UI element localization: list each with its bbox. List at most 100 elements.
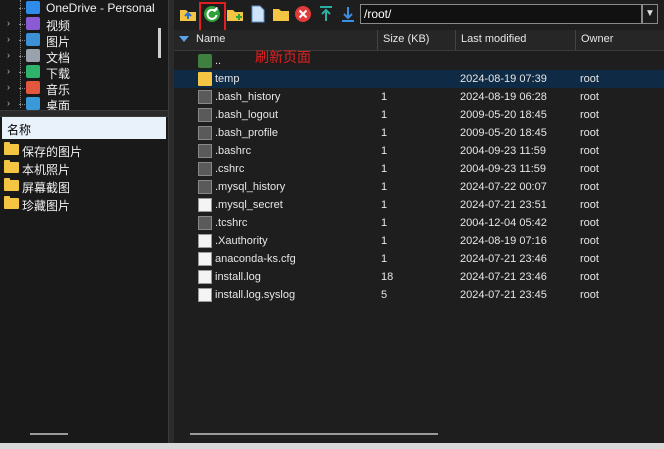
file-row[interactable]: install.log.syslog 5 2024-07-21 23:45 root bbox=[174, 286, 664, 304]
file-name: .tcshrc bbox=[215, 217, 248, 229]
file-size: 1 bbox=[381, 253, 388, 265]
tree-item-label: 桌面 bbox=[46, 99, 71, 110]
file-size: 1 bbox=[381, 127, 388, 139]
file-row[interactable]: .. bbox=[174, 52, 664, 70]
tree-item[interactable]: › 桌面 bbox=[0, 96, 160, 110]
expand-arrow-icon[interactable]: › bbox=[7, 34, 10, 44]
folder-icon bbox=[4, 142, 19, 155]
file-row[interactable]: .bash_logout 1 2009-05-20 18:45 root bbox=[174, 106, 664, 124]
file-modified: 2024-07-22 00:07 bbox=[460, 181, 547, 193]
expand-arrow-icon[interactable]: › bbox=[7, 50, 10, 60]
tree-item[interactable]: › 视频 bbox=[0, 16, 160, 33]
expand-arrow-icon[interactable]: › bbox=[7, 66, 10, 76]
file-name: .. bbox=[215, 55, 222, 67]
text-file-icon bbox=[198, 252, 212, 266]
file-row[interactable]: anaconda-ks.cfg 1 2024-07-21 23:46 root bbox=[174, 250, 664, 268]
file-size: 5 bbox=[381, 289, 388, 301]
file-owner: root bbox=[580, 73, 599, 85]
left-horizontal-scrollbar[interactable] bbox=[30, 433, 68, 435]
folder-tree: OneDrive - Personal › 视频 › 图片 › 文档 › 下载 › 音乐 › 桌面 bbox=[0, 0, 168, 110]
expand-arrow-icon[interactable]: › bbox=[7, 18, 10, 28]
text-file-icon bbox=[198, 270, 212, 284]
file-modified: 2009-05-20 18:45 bbox=[460, 109, 547, 121]
file-name: .bash_logout bbox=[215, 109, 278, 121]
file-row[interactable]: .Xauthority 1 2024-08-19 07:16 root bbox=[174, 232, 664, 250]
tree-scrollbar[interactable] bbox=[158, 28, 161, 58]
file-list-header: Name Size (KB) Last modified Owner bbox=[174, 30, 664, 51]
onedrive-icon bbox=[26, 1, 40, 14]
file-name: install.log.syslog bbox=[215, 289, 296, 301]
parent-folder-icon[interactable] bbox=[179, 5, 197, 23]
file-row[interactable]: .bashrc 1 2004-09-23 11:59 root bbox=[174, 142, 664, 160]
sort-ascending-icon bbox=[179, 36, 189, 42]
file-icon bbox=[198, 162, 212, 176]
column-size-header[interactable]: Size (KB) bbox=[377, 30, 455, 50]
file-size: 18 bbox=[381, 271, 394, 283]
tree-item[interactable]: › 音乐 bbox=[0, 80, 160, 97]
file-size: 1 bbox=[381, 217, 388, 229]
file-row[interactable]: .mysql_secret 1 2024-07-21 23:51 root bbox=[174, 196, 664, 214]
file-owner: root bbox=[580, 199, 599, 211]
expand-arrow-icon[interactable]: › bbox=[7, 98, 10, 108]
videos-icon bbox=[26, 17, 40, 30]
path-dropdown-button[interactable]: ▼ bbox=[642, 4, 658, 24]
file-row[interactable]: .bash_history 1 2024-08-19 06:28 root bbox=[174, 88, 664, 106]
file-owner: root bbox=[580, 235, 599, 247]
file-name: anaconda-ks.cfg bbox=[215, 253, 296, 265]
file-owner: root bbox=[580, 109, 599, 121]
file-name: .mysql_secret bbox=[215, 199, 283, 211]
file-owner: root bbox=[580, 145, 599, 157]
file-row[interactable]: .mysql_history 1 2024-07-22 00:07 root bbox=[174, 178, 664, 196]
download-icon[interactable] bbox=[339, 5, 357, 23]
blank-file-icon bbox=[198, 198, 212, 212]
column-modified-header[interactable]: Last modified bbox=[455, 30, 575, 50]
file-row[interactable]: install.log 18 2024-07-21 23:46 root bbox=[174, 268, 664, 286]
file-owner: root bbox=[580, 91, 599, 103]
delete-icon[interactable] bbox=[294, 5, 312, 23]
file-owner: root bbox=[580, 253, 599, 265]
file-modified: 2004-09-23 11:59 bbox=[460, 145, 547, 157]
open-folder-icon[interactable] bbox=[272, 5, 290, 23]
file-modified: 2004-12-04 05:42 bbox=[460, 217, 547, 229]
file-name: .bash_profile bbox=[215, 127, 278, 139]
upload-icon[interactable] bbox=[317, 5, 335, 23]
tree-item[interactable]: › 图片 bbox=[0, 32, 160, 49]
left-name-column-header[interactable]: 名称 bbox=[2, 117, 166, 139]
file-row[interactable]: .cshrc 1 2004-09-23 11:59 root bbox=[174, 160, 664, 178]
right-horizontal-scrollbar[interactable] bbox=[190, 433, 438, 435]
file-modified: 2024-07-21 23:46 bbox=[460, 253, 547, 265]
file-size: 1 bbox=[381, 109, 388, 121]
new-folder-icon[interactable] bbox=[226, 5, 244, 23]
desktop-icon bbox=[26, 97, 40, 110]
path-input[interactable]: /root/ bbox=[360, 4, 642, 24]
left-folder-label: 保存的图片 bbox=[22, 145, 83, 159]
chevron-down-icon: ▼ bbox=[645, 8, 655, 19]
file-row[interactable]: .bash_profile 1 2009-05-20 18:45 root bbox=[174, 124, 664, 142]
file-icon bbox=[198, 180, 212, 194]
tree-item[interactable]: › 下载 bbox=[0, 64, 160, 81]
file-owner: root bbox=[580, 289, 599, 301]
file-name: .mysql_history bbox=[215, 181, 286, 193]
file-row[interactable]: .tcshrc 1 2004-12-04 05:42 root bbox=[174, 214, 664, 232]
file-owner: root bbox=[580, 271, 599, 283]
file-modified: 2024-07-21 23:51 bbox=[460, 199, 547, 211]
file-size: 1 bbox=[381, 199, 388, 211]
expand-arrow-icon[interactable]: › bbox=[7, 82, 10, 92]
file-icon bbox=[198, 144, 212, 158]
file-modified: 2024-08-19 07:39 bbox=[460, 73, 547, 85]
folder-icon bbox=[4, 196, 19, 209]
file-name: .Xauthority bbox=[215, 235, 268, 247]
file-modified: 2004-09-23 11:59 bbox=[460, 163, 547, 175]
file-row[interactable]: temp 2024-08-19 07:39 root bbox=[174, 70, 664, 88]
file-name: .bashrc bbox=[215, 145, 252, 157]
tree-item[interactable]: › 文档 bbox=[0, 48, 160, 65]
new-file-icon[interactable] bbox=[249, 5, 267, 23]
tree-item[interactable]: OneDrive - Personal bbox=[0, 0, 160, 16]
left-splitter[interactable] bbox=[0, 110, 168, 117]
blank-file-icon bbox=[198, 234, 212, 248]
file-icon bbox=[198, 108, 212, 122]
folder-icon bbox=[4, 160, 19, 173]
downloads-icon bbox=[26, 65, 40, 78]
folder-icon bbox=[198, 72, 212, 86]
column-owner-header[interactable]: Owner bbox=[575, 30, 664, 50]
